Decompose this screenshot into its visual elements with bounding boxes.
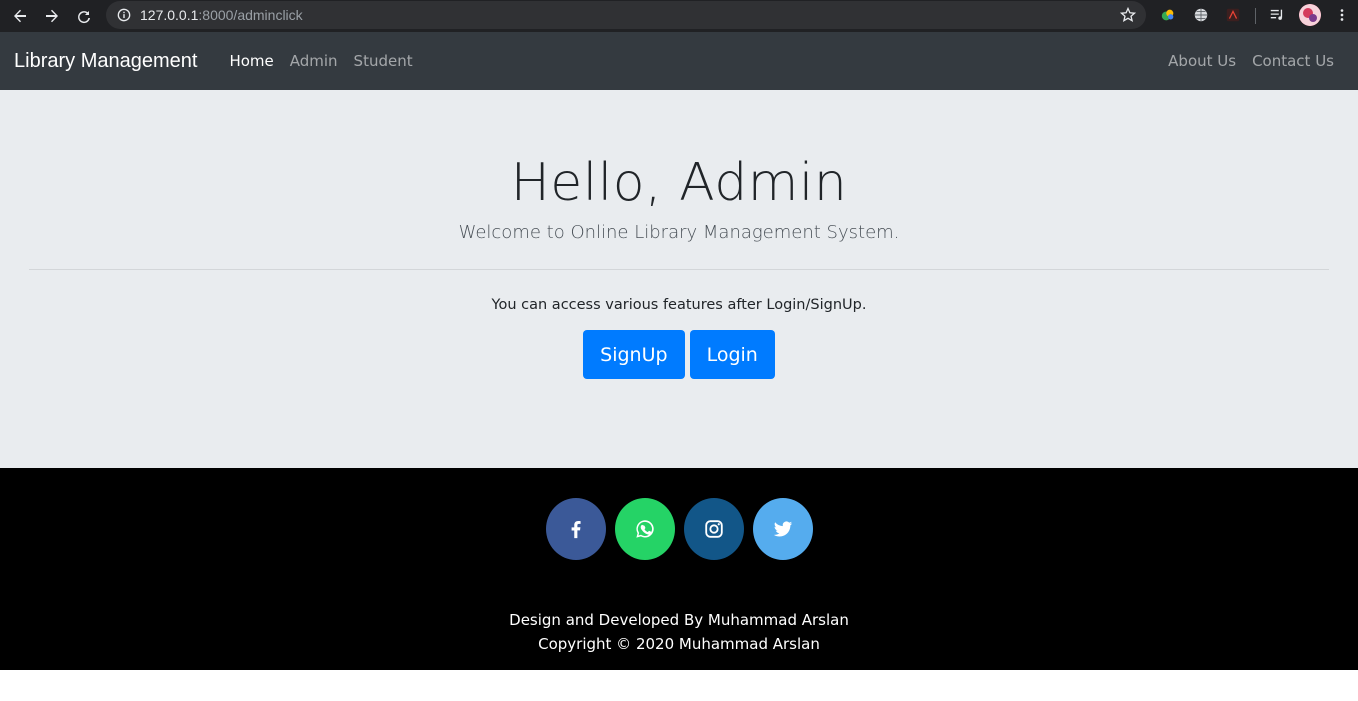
signup-button[interactable]: SignUp [583, 330, 685, 379]
twitter-icon[interactable] [752, 498, 813, 560]
nav-home[interactable]: Home [221, 52, 281, 70]
auth-buttons: SignUp Login [0, 330, 1358, 379]
forward-icon[interactable] [36, 0, 68, 32]
bookmark-star-icon[interactable] [1119, 6, 1137, 23]
nav-right-links: About Us Contact Us [1160, 52, 1342, 70]
extension-icon[interactable] [1159, 6, 1177, 24]
globe-icon[interactable] [1192, 6, 1210, 24]
facebook-icon[interactable] [545, 498, 606, 560]
developer-credit: Design and Developed By Muhammad Arslan [509, 611, 849, 629]
login-button[interactable]: Login [689, 330, 775, 379]
hero-jumbotron: Hello, Admin Welcome to Online Library M… [0, 90, 1358, 468]
menu-kebab-icon[interactable] [1333, 6, 1351, 24]
instagram-icon[interactable] [683, 498, 744, 560]
toolbar-divider [1255, 8, 1256, 24]
site-footer: Design and Developed By Muhammad Arslan … [0, 468, 1358, 670]
welcome-lead: Welcome to Online Library Management Sys… [458, 222, 900, 243]
browser-toolbar: 127.0.0.1:8000/adminclick [0, 0, 1358, 32]
avatar[interactable] [1299, 4, 1321, 26]
pdf-icon[interactable] [1224, 6, 1242, 24]
brand-link[interactable]: Library Management [14, 50, 197, 73]
nav-links: Home Admin Student [221, 52, 420, 70]
copyright-text: Copyright © 2020 Muhammad Arslan [538, 635, 820, 653]
page-title: Hello, Admin [510, 153, 848, 213]
url-host: 127.0.0.1 [140, 7, 199, 23]
whatsapp-icon[interactable] [614, 498, 675, 560]
social-links [0, 498, 1358, 560]
media-queue-icon[interactable] [1268, 6, 1286, 24]
divider [29, 269, 1329, 270]
reload-icon[interactable] [68, 0, 100, 32]
site-navbar: Library Management Home Admin Student Ab… [0, 32, 1358, 90]
url-text: 127.0.0.1:8000/adminclick [140, 7, 303, 23]
access-note: You can access various features after Lo… [491, 297, 867, 313]
footer-credits: Design and Developed By Muhammad Arslan … [0, 608, 1358, 656]
nav-contact-us[interactable]: Contact Us [1244, 52, 1342, 70]
address-bar[interactable]: 127.0.0.1:8000/adminclick [106, 1, 1146, 29]
back-icon[interactable] [4, 0, 36, 32]
nav-about-us[interactable]: About Us [1160, 52, 1244, 70]
info-icon[interactable] [116, 7, 132, 23]
nav-student[interactable]: Student [346, 52, 421, 70]
nav-admin[interactable]: Admin [282, 52, 346, 70]
url-path: :8000/adminclick [198, 7, 303, 23]
